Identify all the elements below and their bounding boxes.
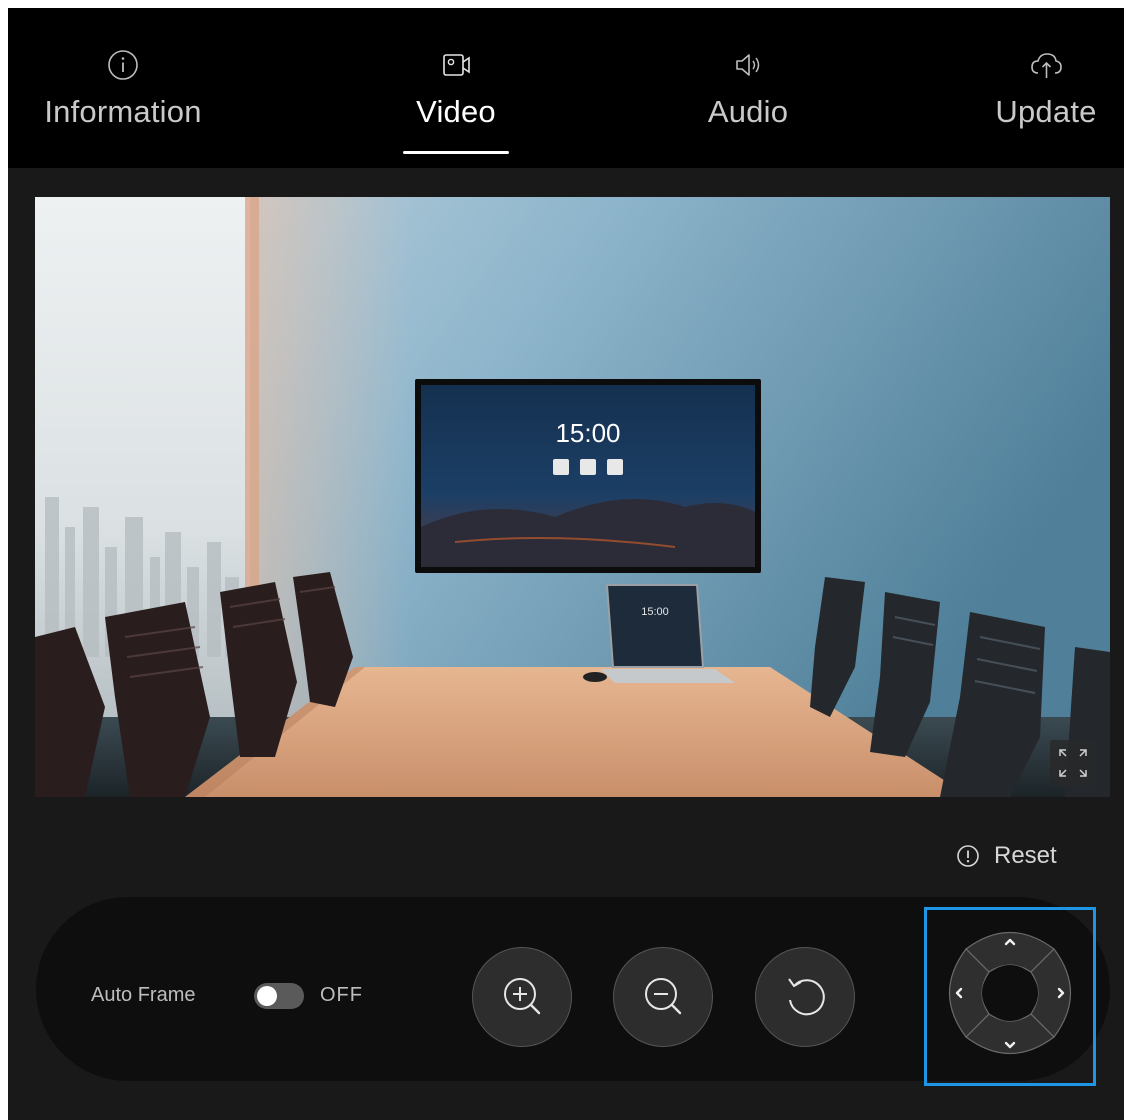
tab-bar: Information Video Audio Update	[8, 8, 1124, 168]
active-tab-underline	[403, 151, 509, 154]
reset-button[interactable]: Reset	[956, 838, 1057, 874]
zoom-out-icon	[645, 978, 682, 1015]
toggle-knob	[257, 986, 277, 1006]
ptz-center	[982, 965, 1038, 1021]
ptz-direction-pad	[949, 932, 1071, 1054]
cloud-upload-icon	[1031, 53, 1062, 78]
meeting-room-image: 15:00 15:00	[35, 197, 1110, 797]
zoom-in-icon	[504, 978, 541, 1015]
alert-circle-icon	[957, 845, 979, 867]
tab-update[interactable]: Update	[968, 8, 1124, 168]
speaker-icon	[736, 54, 760, 76]
tab-audio[interactable]: Audio	[648, 8, 848, 168]
tab-video-label: Video	[416, 94, 496, 129]
tab-update-label: Update	[995, 94, 1097, 129]
camera-settings-app: Information Video Audio Update 15:00 15:…	[0, 0, 1129, 1120]
fullscreen-icon	[1059, 749, 1087, 777]
zoom-out-button[interactable]	[613, 947, 713, 1047]
tv-clock: 15:00	[555, 418, 620, 448]
laptop-clock: 15:00	[641, 606, 669, 618]
info-icon	[108, 50, 138, 80]
zoom-in-button[interactable]	[472, 947, 572, 1047]
tab-audio-label: Audio	[707, 94, 789, 129]
tab-information-label: Information	[44, 94, 202, 129]
auto-frame-state: OFF	[320, 984, 363, 1006]
rotate-button[interactable]	[755, 947, 855, 1047]
tab-information[interactable]: Information	[8, 8, 238, 168]
auto-frame-toggle[interactable]	[254, 983, 304, 1009]
tab-video[interactable]: Video	[348, 8, 564, 168]
reset-label: Reset	[994, 842, 1057, 869]
fullscreen-button[interactable]	[1050, 740, 1096, 786]
auto-frame-label: Auto Frame	[91, 984, 196, 1006]
video-camera-icon	[443, 54, 470, 76]
rotate-left-icon	[788, 978, 825, 1016]
camera-preview: 15:00 15:00	[35, 197, 1110, 797]
